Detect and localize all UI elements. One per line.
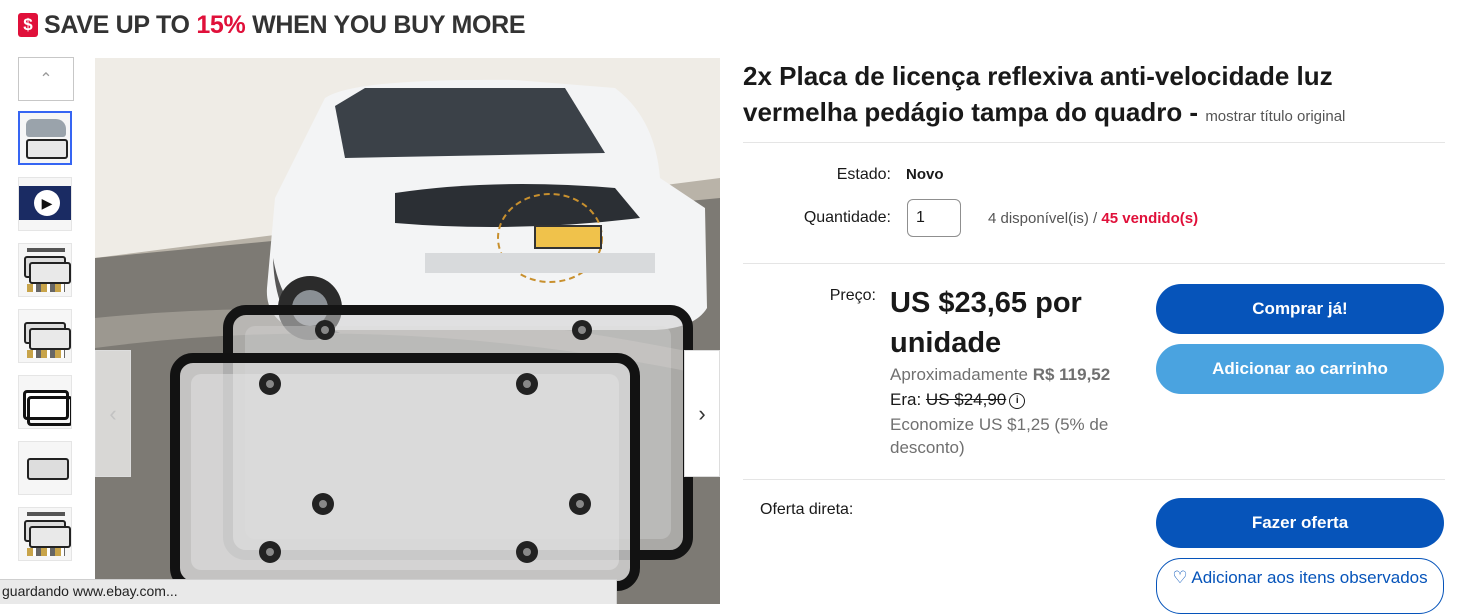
divider <box>743 263 1445 264</box>
approx-price: Aproximadamente R$ 119,52 <box>890 365 1111 384</box>
quantity-label: Quantidade: <box>803 209 891 226</box>
thumb-label-bar <box>27 512 65 516</box>
original-price: Era: US $24,90 i <box>890 390 1026 410</box>
availability: 4 disponível(is) / 45 vendido(s) <box>988 210 1199 227</box>
product-illustration <box>95 58 720 604</box>
parts-thumb-image <box>27 350 65 358</box>
thumbnail-video[interactable]: ▶ <box>18 177 72 231</box>
thumbnail-plates-pack[interactable] <box>18 243 72 297</box>
quantity-input[interactable] <box>907 199 961 237</box>
chevron-right-icon[interactable]: › <box>684 350 720 477</box>
price-tag-icon: $ <box>18 13 38 37</box>
sold-count[interactable]: 45 vendido(s) <box>1101 210 1198 227</box>
price-value: US $23,65 por unidade <box>890 287 1082 359</box>
offer-label: Oferta direta: <box>760 501 854 518</box>
add-to-cart-button[interactable]: Adicionar ao carrinho <box>1156 344 1444 394</box>
thumbnail-list: ▶ <box>18 111 74 561</box>
browser-status-bar: guardando www.ebay.com... <box>0 579 617 604</box>
savings-text: Economize US $1,25 (5% de desconto) <box>890 415 1109 457</box>
thumbnail-single-plate[interactable] <box>18 441 72 495</box>
make-offer-button[interactable]: Fazer oferta <box>1156 498 1444 548</box>
thumbnail-car-photo[interactable] <box>18 111 72 165</box>
plate-thumb-image <box>27 458 69 480</box>
divider <box>743 142 1445 143</box>
chevron-up-icon[interactable]: ⌃ <box>18 57 74 101</box>
parts-thumb-image <box>27 548 65 556</box>
chevron-left-icon[interactable]: ‹ <box>95 350 131 477</box>
parts-thumb-image <box>27 284 65 292</box>
promo-banner: $ SAVE UP TO 15% WHEN YOU BUY MORE <box>18 10 526 40</box>
main-product-image[interactable]: ‹ › <box>95 58 720 604</box>
thumbnail-plates-parts[interactable] <box>18 309 72 363</box>
show-original-title-link[interactable]: mostrar título original <box>1205 108 1345 125</box>
thumbnail-rail: ⌃ ▶ <box>18 57 74 573</box>
add-to-watchlist-button[interactable]: ♡ Adicionar aos itens observados <box>1156 558 1444 614</box>
thumbnail-frames[interactable] <box>18 375 72 429</box>
info-icon[interactable]: i <box>1009 393 1026 409</box>
condition-value: Novo <box>906 166 944 183</box>
condition-label: Estado: <box>836 166 891 183</box>
price-label: Preço: <box>829 287 876 304</box>
buy-now-button[interactable]: Comprar já! <box>1156 284 1444 334</box>
plate-thumb-image <box>26 139 68 159</box>
frame-thumb-image <box>27 396 71 426</box>
play-icon: ▶ <box>34 190 60 216</box>
plate-thumb-image <box>29 262 71 284</box>
promo-text: SAVE UP TO 15% WHEN YOU BUY MORE <box>44 10 526 39</box>
car-thumb-image <box>26 119 66 137</box>
item-title: 2x Placa de licença reflexiva anti-veloc… <box>743 61 1346 127</box>
thumb-label-bar <box>27 248 65 252</box>
thumbnail-plates-pack-2[interactable] <box>18 507 72 561</box>
plate-thumb-image <box>29 328 71 350</box>
plate-thumb-image <box>29 526 71 548</box>
divider <box>743 479 1445 480</box>
